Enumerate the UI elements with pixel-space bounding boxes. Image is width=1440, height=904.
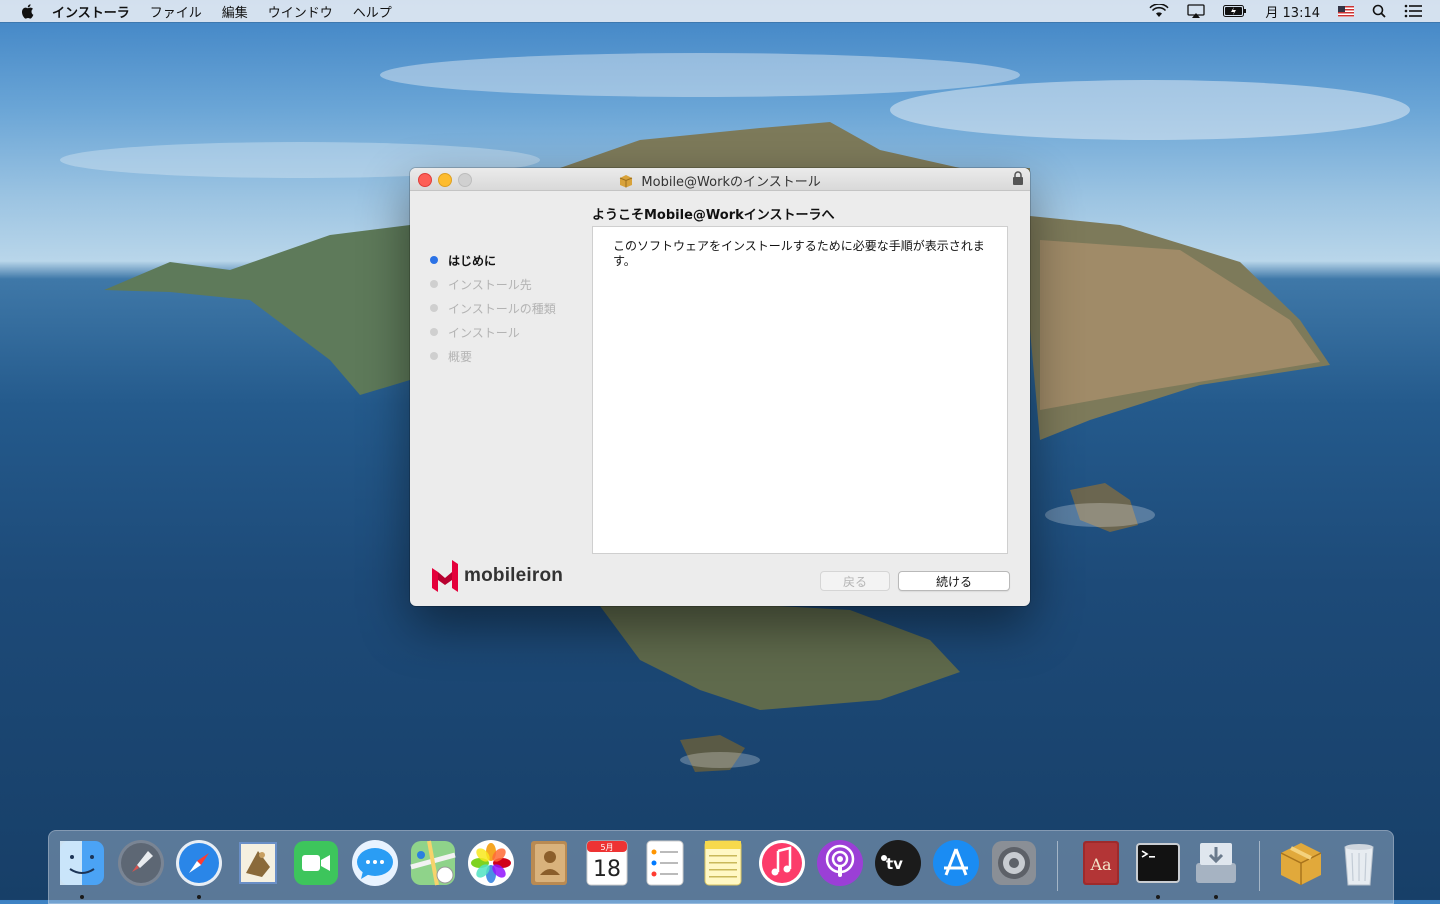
messages-icon[interactable] xyxy=(349,837,401,889)
menu-app-name[interactable]: インストーラ xyxy=(52,2,130,21)
logo-text: mobileiron xyxy=(464,565,564,586)
photos-icon[interactable] xyxy=(465,837,517,889)
mobileiron-logo: mobileiron xyxy=(432,560,563,592)
airplay-icon[interactable] xyxy=(1187,4,1206,18)
facetime-icon[interactable] xyxy=(290,837,342,889)
menu-window[interactable]: ウインドウ xyxy=(268,2,333,21)
step-label: インストール xyxy=(448,325,520,340)
step-label: インストール先 xyxy=(448,277,532,292)
intro-text: このソフトウェアをインストールするために必要な手順が表示されます。 xyxy=(613,239,985,268)
installer-window: Mobile@Workのインストール ようこそMobile@Workインストーラ… xyxy=(410,168,1030,606)
notes-icon[interactable] xyxy=(697,837,749,889)
step-label: 概要 xyxy=(448,349,473,364)
terminal-icon[interactable] xyxy=(1132,837,1184,889)
finder-icon[interactable] xyxy=(56,837,108,889)
step-dot xyxy=(430,304,438,312)
step-destination: インストール先 xyxy=(430,272,556,296)
dictionary-icon[interactable]: Aa xyxy=(1075,837,1127,889)
safari-icon[interactable] xyxy=(173,837,225,889)
music-icon[interactable] xyxy=(756,837,808,889)
mobileiron-m-icon xyxy=(432,560,458,592)
step-dot xyxy=(430,280,438,288)
tv-label: tv xyxy=(886,855,903,873)
menu-help[interactable]: ヘルプ xyxy=(353,2,392,21)
installer-icon[interactable] xyxy=(1275,837,1327,889)
step-list: はじめに インストール先 インストールの種類 インストール 概要 xyxy=(430,248,556,368)
window-title: Mobile@Workのインストール xyxy=(410,171,1030,190)
continue-button[interactable]: 続ける xyxy=(898,571,1010,591)
wifi-icon[interactable] xyxy=(1149,4,1169,18)
calendar-month: 5月 xyxy=(600,843,613,852)
downloads-stack-icon[interactable] xyxy=(1190,837,1242,889)
menu-edit[interactable]: 編集 xyxy=(222,2,248,21)
dock-separator xyxy=(1259,841,1260,891)
running-indicator xyxy=(197,895,201,899)
content-pane: このソフトウェアをインストールするために必要な手順が表示されます。 xyxy=(592,226,1008,554)
running-indicator xyxy=(1214,895,1218,899)
dock-separator xyxy=(1057,841,1058,891)
flag-us-icon[interactable] xyxy=(1338,5,1354,17)
lock-icon[interactable] xyxy=(1012,171,1024,186)
dock: 5月 18 tv Aa xyxy=(48,830,1394,904)
step-label: インストールの種類 xyxy=(448,301,556,316)
contacts-icon[interactable] xyxy=(523,837,575,889)
menu-extras: 月 13:14 xyxy=(1149,0,1440,22)
step-installation: インストール xyxy=(430,320,556,344)
step-introduction: はじめに xyxy=(430,248,556,272)
running-indicator xyxy=(1156,895,1160,899)
package-icon xyxy=(620,175,633,188)
page-title: ようこそMobile@Workインストーラへ xyxy=(592,208,835,223)
system-preferences-icon[interactable] xyxy=(988,837,1040,889)
calendar-day: 18 xyxy=(593,857,621,882)
launchpad-icon[interactable] xyxy=(115,837,167,889)
step-dot xyxy=(430,352,438,360)
title-bar[interactable]: Mobile@Workのインストール xyxy=(410,168,1030,191)
menu-bar: インストーラ ファイル 編集 ウインドウ ヘルプ 月 13:14 xyxy=(0,0,1440,22)
reminders-icon[interactable] xyxy=(639,837,691,889)
app-store-icon[interactable] xyxy=(930,837,982,889)
running-indicator xyxy=(80,895,84,899)
apple-icon[interactable] xyxy=(20,3,36,19)
menu-file[interactable]: ファイル xyxy=(150,2,202,21)
apple-tv-icon[interactable]: tv xyxy=(872,837,924,889)
control-center-icon[interactable] xyxy=(1404,4,1422,18)
battery-icon[interactable] xyxy=(1223,5,1247,17)
back-button[interactable]: 戻る xyxy=(820,571,890,591)
maps-icon[interactable] xyxy=(407,837,459,889)
window-title-text: Mobile@Workのインストール xyxy=(641,175,821,190)
mail-icon[interactable] xyxy=(232,837,284,889)
step-label: はじめに xyxy=(448,253,497,268)
trash-icon[interactable] xyxy=(1333,837,1385,889)
step-installation-type: インストールの種類 xyxy=(430,296,556,320)
podcasts-icon[interactable] xyxy=(814,837,866,889)
menu-clock[interactable]: 月 13:14 xyxy=(1265,2,1320,21)
step-dot xyxy=(430,328,438,336)
spotlight-icon[interactable] xyxy=(1372,4,1386,18)
svg-text:Aa: Aa xyxy=(1089,855,1112,874)
step-summary: 概要 xyxy=(430,344,556,368)
step-active-dot xyxy=(430,256,438,264)
calendar-icon[interactable]: 5月 18 xyxy=(581,837,633,889)
